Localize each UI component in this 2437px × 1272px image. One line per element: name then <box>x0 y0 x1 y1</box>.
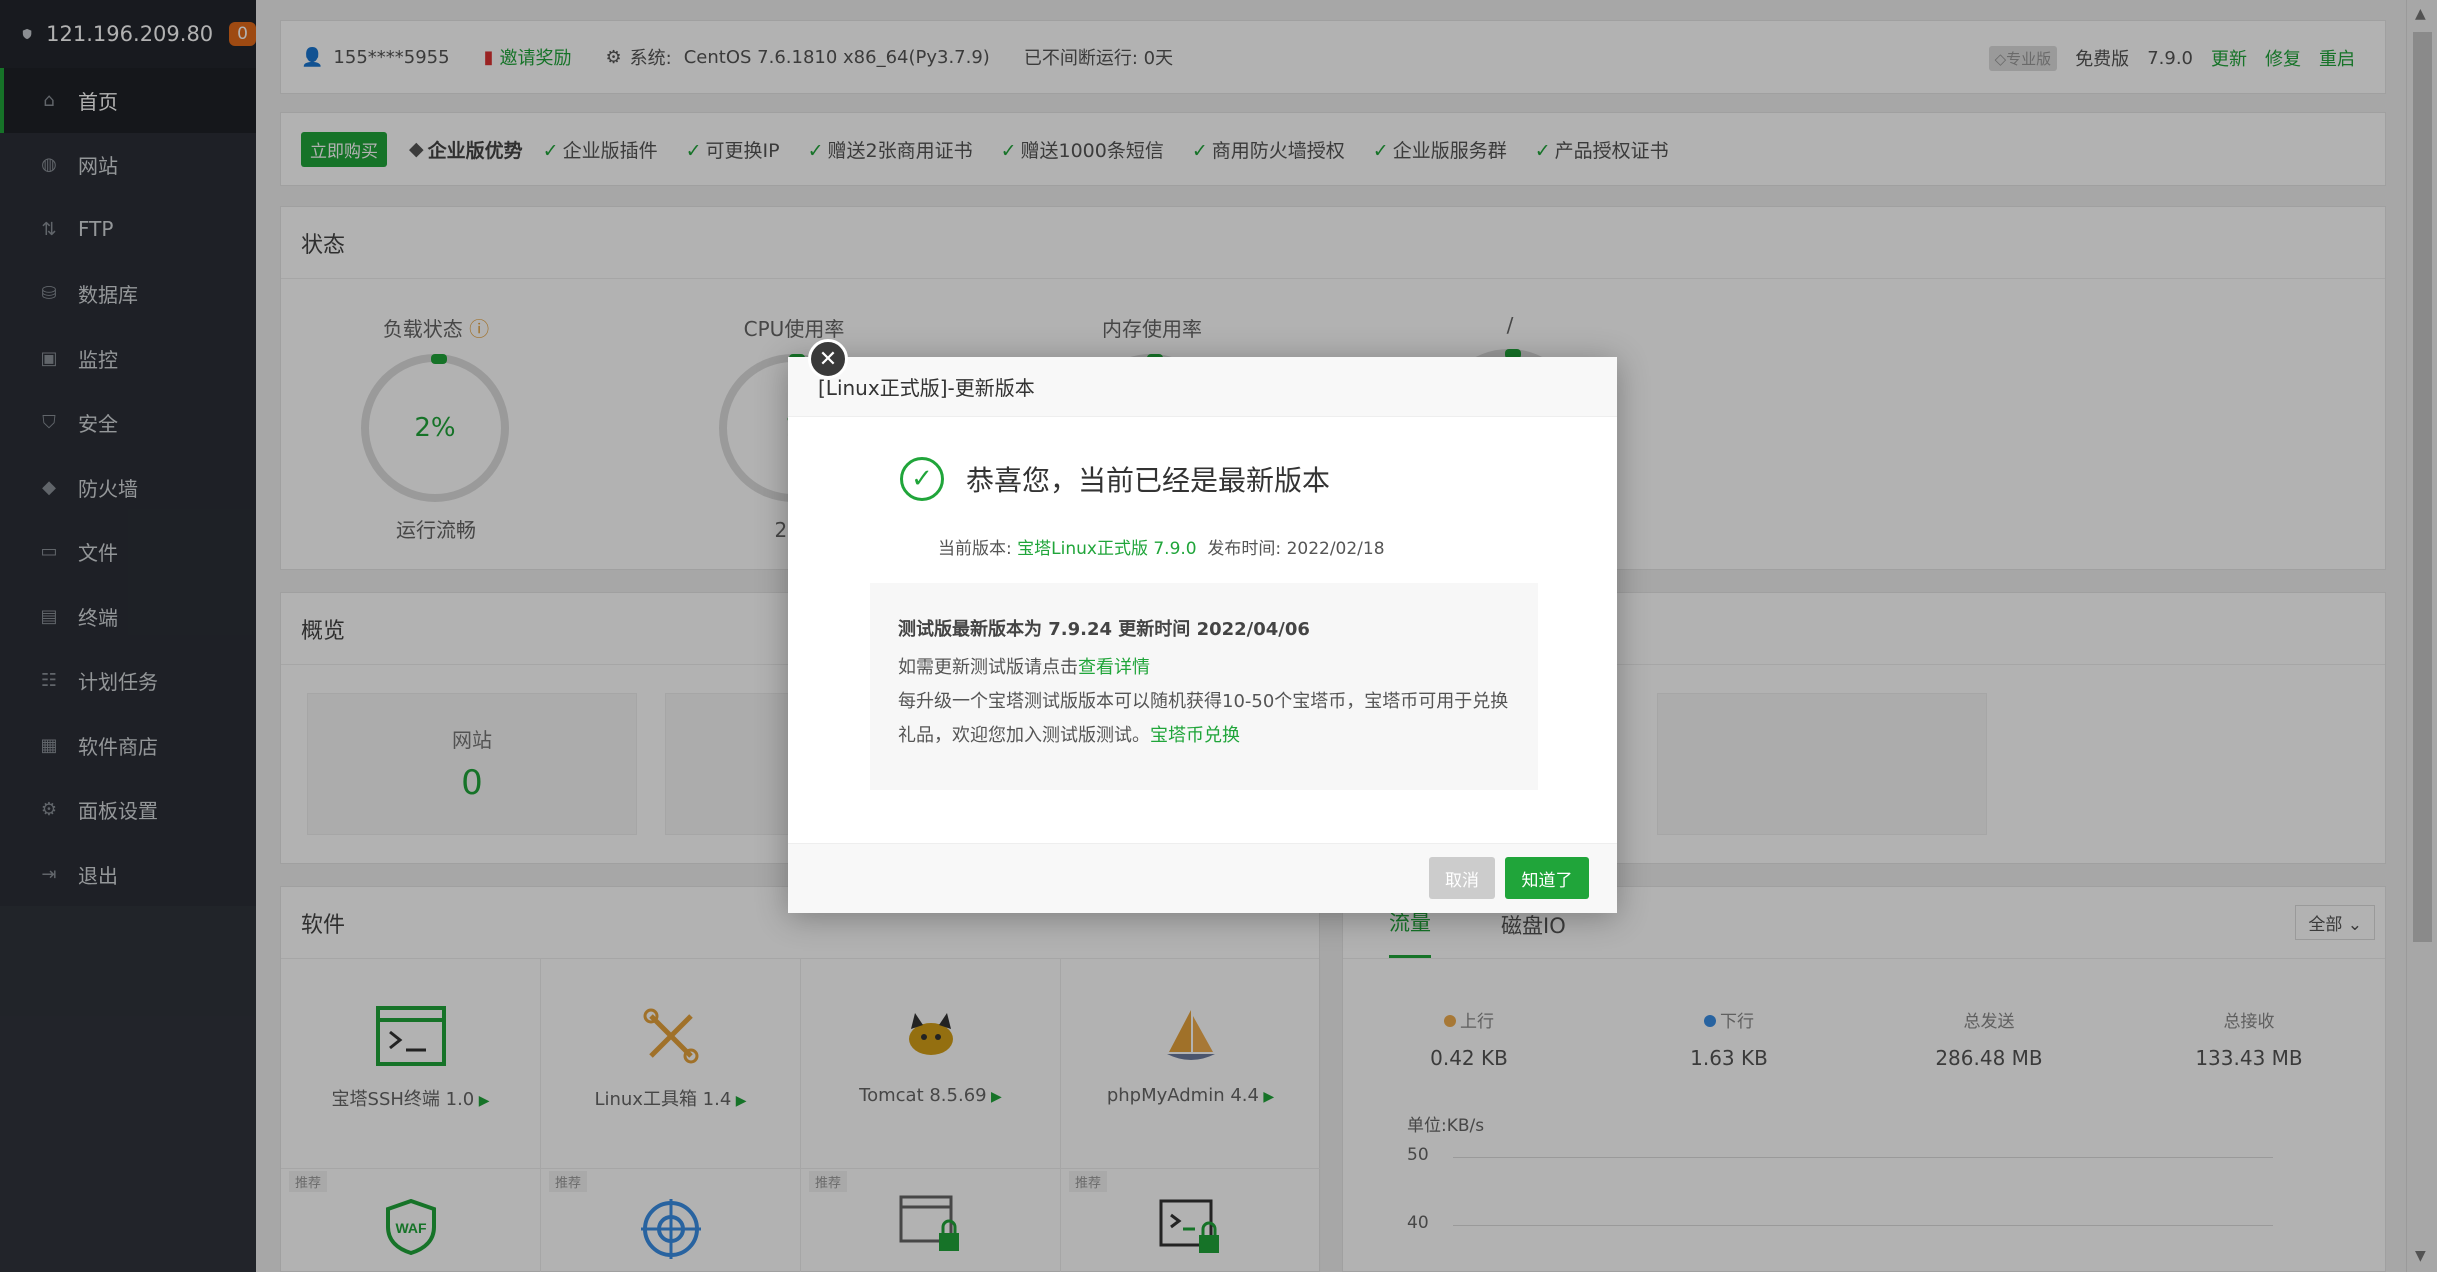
close-icon[interactable]: ✕ <box>808 339 848 379</box>
dialog-title: [Linux正式版]-更新版本 <box>788 357 1617 417</box>
beta-info-box: 测试版最新版本为 7.9.24 更新时间 2022/04/06 如需更新测试版请… <box>870 583 1538 790</box>
beta-version-line: 测试版最新版本为 7.9.24 更新时间 2022/04/06 <box>898 619 1310 640</box>
current-version-label: 当前版本: <box>938 539 1012 559</box>
beta-update-line: 如需更新测试版请点击查看详情 <box>898 657 1150 678</box>
ok-button[interactable]: 知道了 <box>1505 857 1589 899</box>
congrats-message: ✓ 恭喜您，当前已经是最新版本 <box>900 457 1330 501</box>
release-date-value: 2022/02/18 <box>1286 539 1385 559</box>
congrats-text: 恭喜您，当前已经是最新版本 <box>966 464 1331 497</box>
update-dialog: [Linux正式版]-更新版本 ✓ 恭喜您，当前已经是最新版本 当前版本: 宝塔… <box>788 357 1617 913</box>
current-version-info: 当前版本: 宝塔Linux正式版 7.9.0 发布时间: 2022/02/18 <box>938 534 1385 559</box>
beta-description: 每升级一个宝塔测试版版本可以随机获得10-50个宝塔币，宝塔币可用于兑换礼品，欢… <box>898 691 1509 746</box>
view-details-link[interactable]: 查看详情 <box>1078 657 1150 678</box>
current-version-value: 宝塔Linux正式版 7.9.0 <box>1017 539 1197 559</box>
check-circle-icon: ✓ <box>900 457 944 501</box>
release-date-label: 发布时间: <box>1207 539 1282 559</box>
dialog-footer: 取消 知道了 <box>788 843 1617 913</box>
cancel-button[interactable]: 取消 <box>1429 857 1495 899</box>
coin-exchange-link[interactable]: 宝塔币兑换 <box>1150 725 1240 746</box>
